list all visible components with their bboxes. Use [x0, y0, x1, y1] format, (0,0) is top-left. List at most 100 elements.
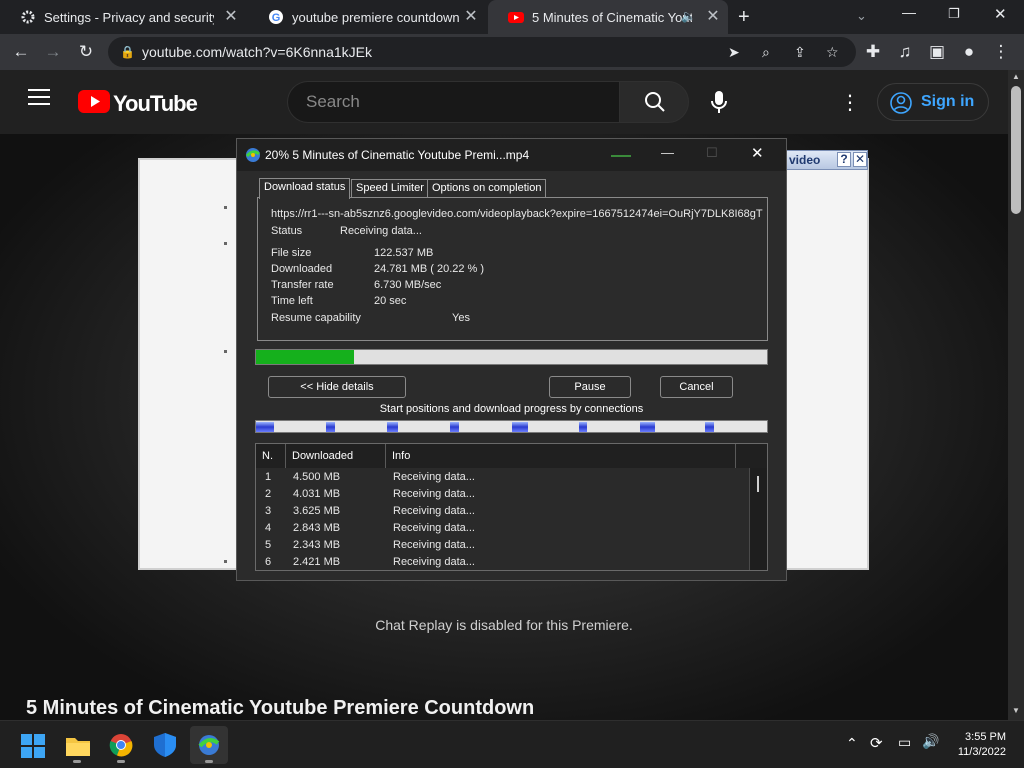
table-row[interactable]: 2 4.031 MB Receiving data...: [256, 486, 749, 503]
youtube-logo[interactable]: YouTube: [78, 90, 198, 118]
close-window-icon[interactable]: ✕: [994, 5, 1007, 23]
search-icon: [644, 91, 666, 118]
cancel-button[interactable]: Cancel: [660, 376, 733, 398]
folder-icon: [65, 735, 91, 762]
resume-capability-label: Resume capability: [271, 312, 361, 324]
table-row[interactable]: 1 4.500 MB Receiving data...: [256, 469, 749, 486]
gear-icon: [20, 9, 36, 25]
table-row[interactable]: 6 2.421 MB Receiving data...: [256, 554, 749, 570]
forward-icon[interactable]: →: [42, 41, 64, 63]
share-icon[interactable]: ⇪: [794, 37, 806, 67]
close-tab-icon[interactable]: ✕: [462, 8, 480, 26]
shield-icon: [154, 733, 176, 762]
minimize-icon[interactable]: —: [902, 4, 916, 20]
hamburger-menu-icon[interactable]: [28, 88, 50, 111]
help-icon[interactable]: ?: [837, 152, 851, 167]
pause-button[interactable]: Pause: [549, 376, 631, 398]
column-header-number[interactable]: N.: [256, 444, 286, 468]
clock-time: 3:55 PM: [965, 731, 1006, 743]
time-left-label: Time left: [271, 295, 313, 307]
bookmark-star-icon[interactable]: ☆: [826, 37, 839, 67]
tab-settings[interactable]: Settings - Privacy and security ✕: [0, 0, 246, 34]
search-button[interactable]: [619, 81, 689, 123]
row-downloaded: 4.031 MB: [293, 488, 341, 500]
extensions-icon[interactable]: ✚: [862, 41, 884, 63]
row-number: 5: [265, 539, 272, 551]
tab-strip: Settings - Privacy and security ✕ G yout…: [0, 0, 1024, 34]
taskbar-chrome[interactable]: [102, 726, 140, 764]
overlay-label: video: [789, 153, 821, 167]
speaker-icon[interactable]: 🔈: [681, 9, 696, 23]
zoom-icon[interactable]: ⌕: [762, 37, 770, 67]
reload-icon[interactable]: ↻: [75, 41, 97, 63]
restore-icon[interactable]: ❐: [948, 6, 960, 22]
cursor-icon: ➤: [728, 44, 740, 60]
close-tab-icon[interactable]: ✕: [704, 8, 722, 26]
lock-icon[interactable]: 🔒: [120, 37, 135, 67]
network-icon[interactable]: ▭: [898, 734, 911, 751]
side-panel-icon[interactable]: ▣: [926, 41, 948, 63]
close-dialog-icon[interactable]: ✕: [751, 144, 764, 162]
player-dot: [224, 560, 227, 563]
taskbar-idm[interactable]: [190, 726, 228, 764]
table-row[interactable]: 5 2.343 MB Receiving data...: [256, 537, 749, 554]
minimize-icon[interactable]: —: [661, 145, 674, 160]
downloaded-value: 24.781 MB ( 20.22 % ): [374, 263, 485, 275]
close-tab-icon[interactable]: ✕: [222, 8, 240, 26]
table-row[interactable]: 4 2.843 MB Receiving data...: [256, 520, 749, 537]
scroll-up-icon[interactable]: ▲: [1012, 72, 1020, 81]
scroll-down-icon[interactable]: ▼: [1012, 706, 1020, 715]
video-title: 5 Minutes of Cinematic Youtube Premiere …: [26, 697, 535, 719]
microphone-icon[interactable]: [709, 90, 729, 119]
tab-search-icon[interactable]: ⌄: [856, 8, 867, 24]
address-bar[interactable]: 🔒 youtube.com/watch?v=6K6nna1kJEk ➤ ⌕ ⇪ …: [108, 37, 856, 67]
table-scroll-thumb[interactable]: [757, 476, 759, 492]
row-info: Receiving data...: [393, 539, 475, 551]
page-scrollbar[interactable]: ▲ ▼: [1008, 70, 1024, 720]
transfer-rate-label: Transfer rate: [271, 279, 334, 291]
table-row[interactable]: 3 3.625 MB Receiving data...: [256, 503, 749, 520]
settings-menu-icon[interactable]: ⋮: [840, 90, 860, 115]
tab-options-on-completion[interactable]: Options on completion: [427, 179, 547, 198]
row-number: 1: [265, 471, 272, 483]
taskbar-security[interactable]: [146, 726, 184, 764]
row-number: 4: [265, 522, 272, 534]
system-clock[interactable]: 3:55 PM 11/3/2022: [958, 730, 1006, 760]
chat-replay-notice: Chat Replay is disabled for this Premier…: [375, 617, 633, 633]
running-indicator: [117, 760, 125, 763]
taskbar: ⌃ ⟳ ▭ 🔊 3:55 PM 11/3/2022: [0, 720, 1024, 768]
row-downloaded: 3.625 MB: [293, 505, 341, 517]
sync-icon[interactable]: ⟳: [870, 734, 883, 752]
youtube-header: YouTube Search ⋮ Sign in: [0, 70, 1008, 134]
row-info: Receiving data...: [393, 556, 475, 568]
sign-in-button[interactable]: Sign in: [877, 83, 989, 121]
new-tab-icon[interactable]: +: [738, 6, 750, 29]
status-value: Receiving data...: [340, 225, 422, 237]
show-hidden-icons[interactable]: ⌃: [846, 735, 858, 752]
hide-details-button[interactable]: << Hide details: [268, 376, 406, 398]
chrome-menu-icon[interactable]: ⋮: [990, 41, 1012, 63]
column-header-info[interactable]: Info: [386, 444, 736, 468]
start-button[interactable]: [14, 726, 52, 764]
back-icon[interactable]: ←: [10, 41, 32, 63]
tab-google-search[interactable]: G youtube premiere countdown ci ✕: [248, 0, 486, 34]
row-number: 3: [265, 505, 272, 517]
scrollbar-thumb[interactable]: [1011, 86, 1021, 214]
connection-segment: [256, 422, 274, 432]
volume-icon[interactable]: 🔊: [922, 733, 939, 750]
tab-youtube[interactable]: 5 Minutes of Cinematic Youtu 🔈 ✕: [488, 0, 728, 34]
dialog-titlebar[interactable]: 20% 5 Minutes of Cinematic Youtube Premi…: [237, 139, 786, 171]
connection-segment: [512, 422, 528, 432]
taskbar-file-explorer[interactable]: [58, 726, 96, 764]
profile-icon[interactable]: ●: [958, 41, 980, 63]
tab-download-status[interactable]: Download status: [259, 178, 351, 199]
search-input[interactable]: Search: [287, 81, 619, 123]
table-scrollbar[interactable]: [749, 468, 767, 570]
close-overlay-icon[interactable]: ✕: [853, 152, 867, 167]
sign-in-label: Sign in: [921, 93, 975, 110]
column-header-downloaded[interactable]: Downloaded: [286, 444, 386, 468]
tab-speed-limiter[interactable]: Speed Limiter: [351, 179, 429, 198]
account-icon: [890, 92, 912, 128]
media-control-icon[interactable]: ♫: [894, 41, 916, 63]
download-video-overlay[interactable]: video ? ✕: [786, 150, 868, 170]
